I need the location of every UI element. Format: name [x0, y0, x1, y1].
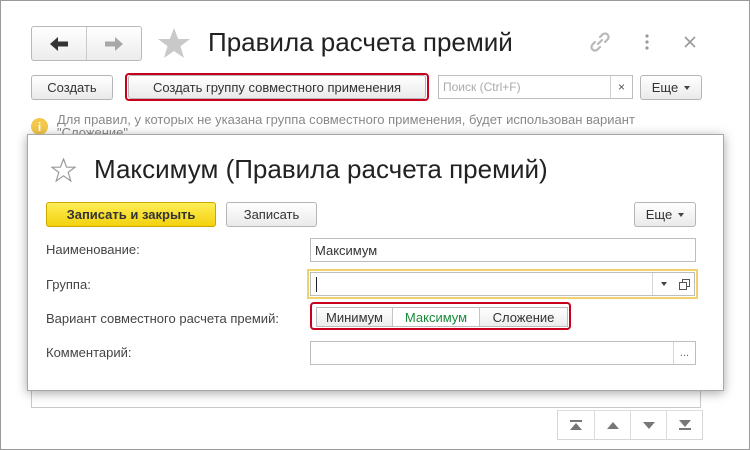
scroll-bottom-icon [678, 420, 691, 430]
scroll-down-button[interactable] [630, 411, 666, 439]
scroll-top-icon [570, 420, 582, 430]
search-clear-button[interactable]: × [610, 76, 632, 98]
create-button[interactable]: Создать [31, 75, 113, 100]
star-icon[interactable] [157, 27, 191, 59]
item-form-dialog: Максимум (Правила расчета премий) Записа… [27, 134, 724, 391]
scroll-down-icon [642, 421, 655, 429]
variant-maximum[interactable]: Максимум [392, 308, 479, 326]
group-field[interactable] [307, 269, 698, 299]
group-input[interactable] [310, 272, 695, 296]
close-icon[interactable] [681, 32, 699, 52]
variant-selector: Минимум Максимум Сложение [316, 307, 568, 327]
search-input[interactable]: Поиск (Ctrl+F) [439, 76, 610, 98]
navigation-buttons [31, 26, 142, 61]
scroll-up-icon [606, 421, 619, 429]
info-text: Для правил, у которых не указана группа … [57, 112, 635, 127]
open-window-icon [679, 278, 690, 290]
info-text-continuation: "Сложение" [57, 125, 129, 134]
search-field[interactable]: Поиск (Ctrl+F) × [438, 75, 633, 99]
forward-button[interactable] [86, 27, 141, 60]
text-cursor [316, 277, 317, 292]
variant-minimum[interactable]: Минимум [317, 308, 392, 326]
back-button[interactable] [32, 27, 86, 60]
app-window: Правила расчета премий Создать Создать г… [0, 0, 750, 450]
more-vertical-icon[interactable] [641, 31, 653, 53]
scroll-up-button[interactable] [594, 411, 630, 439]
name-label: Наименование: [46, 242, 140, 257]
comment-label: Комментарий: [46, 345, 132, 360]
chevron-down-icon [684, 85, 691, 90]
variant-label: Вариант совместного расчета премий: [46, 311, 279, 326]
form-title: Максимум (Правила расчета премий) [94, 154, 548, 184]
form-more-button[interactable]: Еще [634, 202, 696, 227]
arrow-right-icon [105, 36, 123, 51]
name-field[interactable]: Максимум [310, 238, 696, 262]
info-icon: i [31, 118, 48, 135]
comment-field[interactable]: ... [310, 341, 696, 365]
save-and-close-button[interactable]: Записать и закрыть [46, 202, 216, 227]
more-label: Еще [651, 80, 679, 95]
group-open-button[interactable] [674, 273, 695, 295]
link-icon[interactable] [587, 31, 613, 53]
scroll-buttons [557, 410, 703, 440]
form-more-label: Еще [645, 207, 673, 222]
arrow-left-icon [50, 36, 68, 51]
variant-sum[interactable]: Сложение [479, 308, 567, 326]
scroll-bottom-button[interactable] [666, 411, 702, 439]
scroll-top-button[interactable] [558, 411, 594, 439]
name-value: Максимум [315, 243, 378, 258]
chevron-down-icon [660, 282, 667, 286]
group-label: Группа: [46, 277, 91, 292]
chevron-down-icon [678, 212, 685, 217]
save-button[interactable]: Записать [226, 202, 317, 227]
comment-edit-button[interactable]: ... [673, 342, 695, 364]
more-button[interactable]: Еще [640, 75, 702, 100]
star-icon[interactable] [51, 158, 76, 182]
window-title: Правила расчета премий [208, 27, 513, 57]
group-dropdown-button[interactable] [652, 273, 674, 295]
create-group-button[interactable]: Создать группу совместного применения [128, 75, 426, 99]
